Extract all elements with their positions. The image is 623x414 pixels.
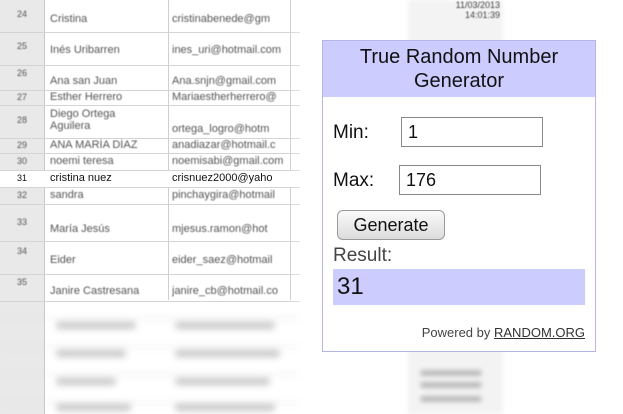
blurred-text [175,378,270,385]
name-cell: noemi teresa [50,155,114,167]
table-row[interactable]: 25 Inés Uribarren ines_uri@hotmail.com [0,33,300,66]
name-cell: Esther Herrero [50,91,123,103]
table-row[interactable]: 35 Janire Castresana janire_cb@hotmail.c… [0,275,300,302]
email-cell: crisnuez2000@yaho [172,172,273,184]
row-number: 25 [16,41,27,51]
row-number: 29 [16,140,27,150]
result-value: 31 [333,269,585,305]
row-number: 33 [16,217,27,227]
blurred-text [175,404,275,411]
row-number: 28 [16,115,27,125]
widget-title-line1: True Random Number [359,46,559,68]
name-cell: sandra [50,189,84,201]
blurred-text [56,404,131,411]
email-cell: anadiazar@hotmail.c [172,139,276,151]
name-cell: Ana san Juan [50,75,118,87]
row-number: 27 [16,92,27,102]
generate-button[interactable]: Generate [337,210,445,240]
table-row[interactable]: 29 ANA MARÍA DÍAZ anadiazar@hotmail.c [0,139,300,154]
random-number-widget: True Random Number Generator Min: Max: G… [322,40,596,352]
blurred-rows [0,300,300,414]
row-divider [0,346,300,347]
email-cell: janire_cb@hotmail.co [172,285,278,297]
row-number: 31 [16,173,27,183]
table-row[interactable]: 34 Eider eider_saez@hotmail [0,242,300,275]
name-cell: cristina nuez [50,172,112,184]
fade-overlay [290,0,320,414]
random-org-link[interactable]: RANDOM.ORG [494,325,585,340]
min-input[interactable] [401,117,543,147]
row-divider [0,402,300,403]
blurred-text [56,350,126,357]
name-cell: Janire Castresana [50,285,140,297]
email-cell: ortega_logro@hotm [172,123,270,135]
min-label: Min: [333,122,369,143]
row-number: 34 [16,246,27,256]
name-cell: María Jesús [50,223,110,235]
name-cell: Cristina [50,13,88,25]
max-input[interactable] [399,165,541,195]
blurred-text [420,382,482,388]
table-row[interactable]: 32 sandra pinchaygira@hotmail [0,188,300,205]
table-row[interactable]: 30 noemi teresa noemisabi@gmail.com [0,154,300,171]
result-label: Result: [333,245,393,266]
name-cell: Eider [50,254,76,266]
row-number: 30 [16,156,27,166]
row-divider [0,318,300,319]
date-cell: 11/03/2013 14:01:39 [455,0,500,20]
table-row[interactable]: 26 Ana san Juan Ana.snjn@gmail.com [0,66,300,91]
name-cell: ANA MARÍA DÍAZ [50,139,138,151]
blurred-text [175,322,275,329]
email-cell: Ana.snjn@gmail.com [172,75,277,87]
blurred-text [56,378,116,385]
max-label: Max: [333,170,375,191]
blurred-text [175,350,280,357]
email-cell: ines_uri@hotmail.com [172,44,281,56]
name-cell: Diego Ortega Aguilera [50,108,116,132]
email-cell: pinchaygira@hotmail [172,189,275,201]
blurred-text [420,396,482,402]
table-row[interactable]: 27 Esther Herrero Mariaestherherrero@ [0,91,300,106]
row-number: 35 [16,277,27,287]
row-number: 24 [16,9,27,19]
table-row-selected[interactable]: 31 cristina nuez crisnuez2000@yaho [0,171,300,188]
powered-by-text: Powered by [421,325,491,340]
email-cell: eider_saez@hotmail [172,254,273,266]
email-cell: cristinabenede@gm [172,13,270,25]
row-number: 32 [16,190,27,200]
email-cell: mjesus.ramon@hot [172,223,268,235]
table-row[interactable]: 28 Diego Ortega Aguilera ortega_logro@ho… [0,106,300,139]
blurred-text [56,322,136,329]
email-cell: Mariaestherherrero@ [172,91,277,103]
blurred-text [420,370,482,376]
row-divider [0,374,300,375]
row-number: 26 [16,68,27,78]
name-cell: Inés Uribarren [50,44,120,56]
table-row[interactable]: 24 Cristina cristinabenede@gm [0,0,300,33]
widget-title: True Random Number Generator [323,41,595,97]
widget-title-line2: Generator [413,70,505,92]
table-row[interactable]: 33 María Jesús mjesus.ramon@hot [0,205,300,242]
powered-by: Powered by RANDOM.ORG [422,325,585,340]
email-cell: noemisabi@gmail.com [172,155,284,167]
